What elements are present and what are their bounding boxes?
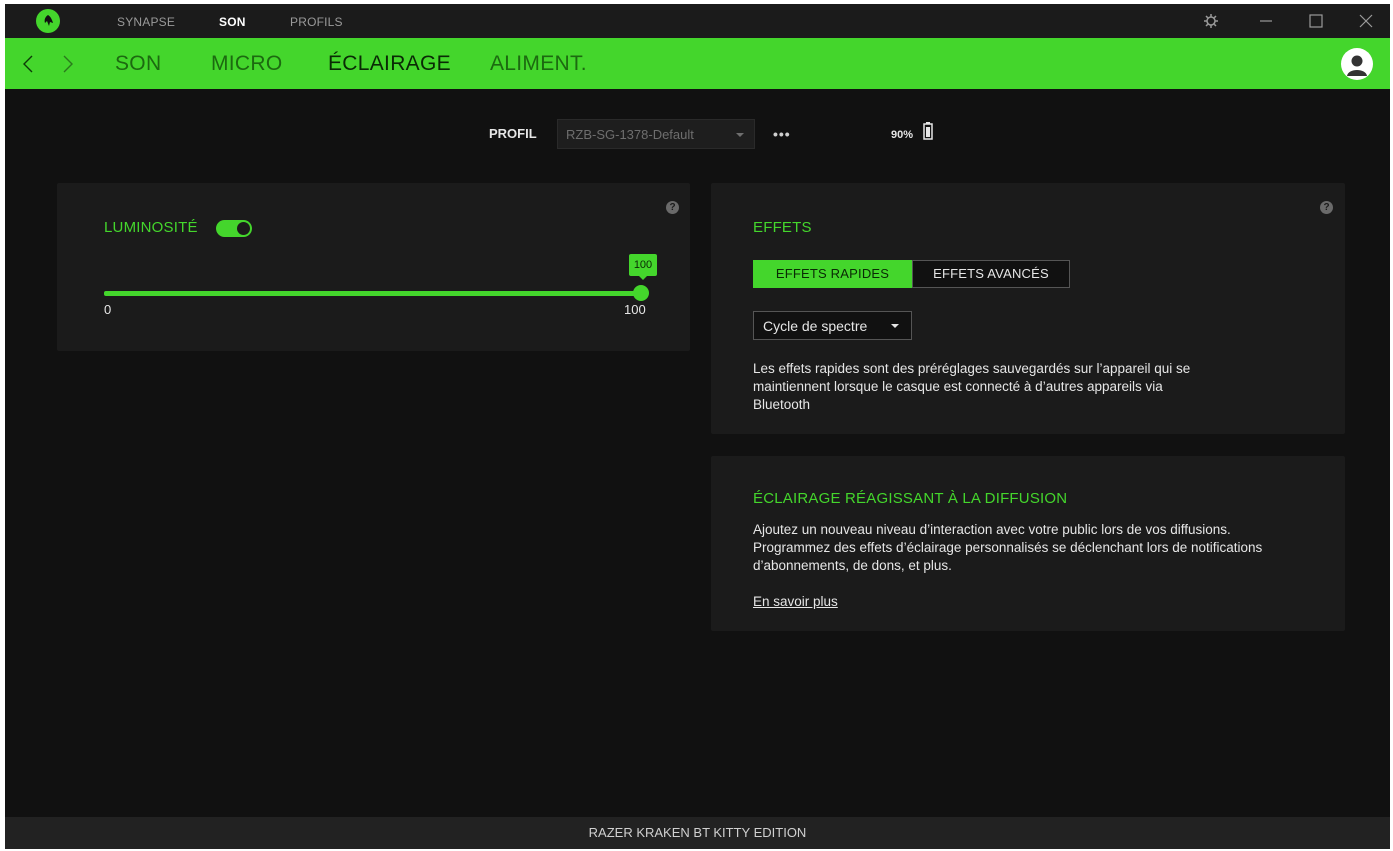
slider-min-label: 0 (104, 302, 112, 317)
brightness-panel (57, 183, 690, 351)
slider-value-tooltip: 100 (629, 254, 657, 280)
minimize-icon[interactable] (1256, 11, 1276, 31)
back-arrow-icon[interactable] (21, 54, 35, 74)
brightness-slider-track[interactable] (104, 291, 641, 296)
help-icon[interactable]: ? (666, 201, 679, 214)
razer-logo-icon[interactable] (36, 9, 60, 33)
profile-label: PROFIL (489, 126, 537, 141)
device-footer: RAZER KRAKEN BT KITTY EDITION (5, 817, 1390, 849)
nav-tab-micro[interactable]: MICRO (211, 52, 283, 76)
close-icon[interactable] (1356, 11, 1376, 31)
streaming-title: ÉCLAIRAGE RÉAGISSANT À LA DIFFUSION (753, 490, 1068, 507)
top-tab-son[interactable]: SON (219, 15, 246, 29)
chevron-down-icon (736, 133, 744, 137)
battery-icon (923, 121, 933, 146)
learn-more-link[interactable]: En savoir plus (753, 594, 838, 609)
top-tab-synapse[interactable]: SYNAPSE (117, 15, 175, 29)
forward-arrow-icon[interactable] (61, 54, 75, 74)
streaming-description: Ajoutez un nouveau niveau d’interaction … (753, 522, 1263, 573)
battery-level: 90% (891, 129, 914, 141)
effects-description: Les effets rapides sont des préréglages … (753, 361, 1191, 412)
brightness-label: LUMINOSITÉ (104, 219, 198, 236)
effects-title: EFFETS (753, 219, 812, 236)
nav-tab-son[interactable]: SON (115, 52, 161, 76)
nav-tab-eclairage[interactable]: ÉCLAIRAGE (328, 52, 451, 76)
brightness-toggle[interactable] (216, 220, 252, 237)
profile-more-button[interactable]: ••• (773, 126, 791, 142)
toggle-knob (237, 222, 250, 235)
section-nav-bar: SON MICRO ÉCLAIRAGE ALIMENT. (5, 38, 1390, 89)
tab-quick-effects[interactable]: EFFETS RAPIDES (753, 260, 912, 288)
nav-tab-aliment[interactable]: ALIMENT. (490, 52, 587, 76)
effect-dropdown-value: Cycle de spectre (763, 318, 868, 334)
settings-icon[interactable] (1201, 11, 1221, 31)
maximize-icon[interactable] (1306, 11, 1326, 31)
title-bar: SYNAPSE SON PROFILS (5, 4, 1390, 38)
slider-max-label: 100 (624, 302, 646, 317)
profile-dropdown[interactable]: RZB-SG-1378-Default (557, 119, 755, 149)
profile-dropdown-value: RZB-SG-1378-Default (566, 127, 694, 142)
chevron-down-icon (891, 324, 899, 328)
user-avatar-icon[interactable] (1341, 48, 1373, 80)
brightness-slider-thumb[interactable] (633, 285, 649, 301)
tab-advanced-effects[interactable]: EFFETS AVANCÉS (912, 260, 1070, 288)
top-tab-profils[interactable]: PROFILS (290, 15, 343, 29)
app-window: SYNAPSE SON PROFILS SON MICRO ÉCLAIRAGE … (5, 4, 1390, 849)
help-icon[interactable]: ? (1320, 201, 1333, 214)
effect-dropdown[interactable]: Cycle de spectre (753, 311, 912, 340)
